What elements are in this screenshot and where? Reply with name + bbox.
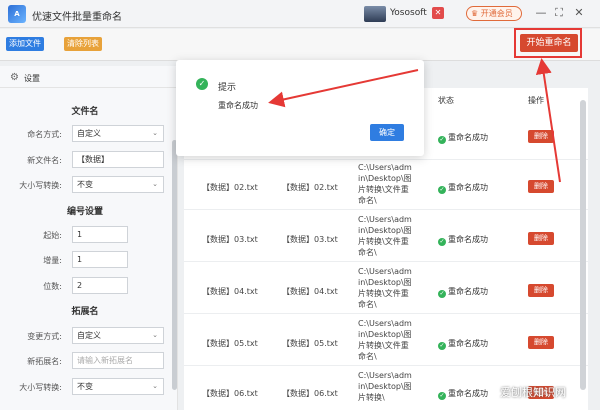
arrow-to-message [268, 69, 419, 108]
watermark: 爱刨根知识网 [500, 386, 566, 399]
arrow-to-start [535, 58, 561, 183]
annotation-arrows [268, 58, 561, 183]
